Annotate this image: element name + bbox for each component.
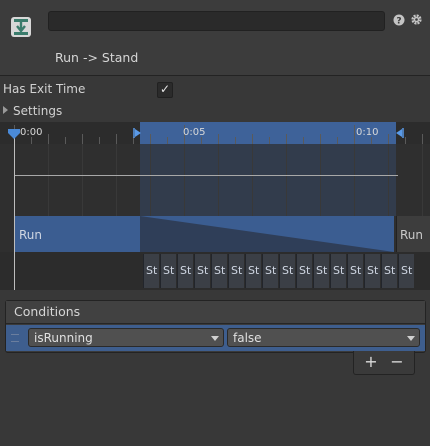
ruler-tick (235, 137, 236, 144)
destination-state-cell: St (313, 254, 329, 288)
ruler-tick (286, 134, 287, 144)
condition-parameter-dropdown[interactable]: isRunning (28, 328, 224, 347)
has-exit-time-label: Has Exit Time (3, 82, 86, 96)
destination-state-cell: St (194, 254, 210, 288)
destination-state-cell: St (279, 254, 295, 288)
condition-row[interactable]: isRunning false (6, 325, 425, 351)
source-state-next-label: Run (400, 228, 424, 242)
inspector-header: ? Run -> Stand (0, 0, 430, 76)
destination-state-cell: St (262, 254, 278, 288)
destination-state-cell: St (347, 254, 363, 288)
transition-curve-line (14, 175, 398, 176)
destination-state-cell: St (228, 254, 244, 288)
destination-state-cell: St (245, 254, 261, 288)
ruler-tick (133, 137, 134, 144)
ruler-tick (422, 134, 423, 144)
transition-name-field[interactable] (48, 11, 385, 31)
ruler-tick (150, 134, 151, 144)
transition-title: Run -> Stand (55, 50, 139, 65)
add-condition-button[interactable]: + (360, 352, 382, 372)
ruler-tick (320, 134, 321, 144)
destination-state-cell: St (330, 254, 346, 288)
ruler-tick (371, 137, 372, 144)
ruler-tick (99, 137, 100, 144)
destination-state-cell: St (160, 254, 176, 288)
settings-label: Settings (13, 104, 63, 118)
condition-value: false (233, 331, 262, 345)
transition-icon (11, 17, 31, 37)
checkmark-icon: ✓ (160, 82, 171, 96)
ruler-tick (337, 137, 338, 144)
transition-end-marker-icon[interactable] (394, 128, 404, 138)
help-icon[interactable]: ? (393, 14, 405, 26)
condition-parameter-value: isRunning (34, 331, 93, 345)
ruler-tick (201, 137, 202, 144)
source-state-bar[interactable]: Run (14, 216, 394, 252)
conditions-header: Conditions (6, 301, 425, 324)
ruler-tick (388, 134, 389, 144)
ruler-tick (354, 125, 355, 144)
ruler-tick (252, 134, 253, 144)
settings-foldout[interactable]: Settings (3, 104, 62, 118)
gear-icon[interactable] (410, 13, 423, 26)
transition-start-marker-icon[interactable] (133, 128, 143, 138)
ruler-tick (48, 134, 49, 144)
destination-state-cell: St (364, 254, 380, 288)
chevron-down-icon (407, 336, 415, 341)
conditions-panel: Conditions isRunning false (5, 300, 426, 353)
ruler-label-10: 0:10 (356, 127, 379, 138)
ruler-tick (82, 134, 83, 144)
ruler-tick (303, 137, 304, 144)
ruler-label-5: 0:05 (183, 127, 206, 138)
playhead-marker-icon[interactable] (8, 129, 20, 139)
transition-overlap-area (140, 144, 396, 216)
ruler-tick (269, 137, 270, 144)
ruler-tick (31, 137, 32, 144)
has-exit-time-checkbox[interactable]: ✓ (157, 82, 173, 98)
chevron-down-icon (211, 336, 219, 341)
source-state-label: Run (19, 228, 43, 242)
conditions-title: Conditions (14, 304, 81, 319)
destination-state-cell: St (177, 254, 193, 288)
ruler-tick (218, 134, 219, 144)
destination-state-cell: St (143, 254, 159, 288)
destination-state-cell: St (381, 254, 397, 288)
condition-add-remove-bar: + − (353, 351, 415, 375)
source-state-next-bar[interactable]: Run (396, 216, 430, 252)
remove-condition-button[interactable]: − (386, 352, 408, 372)
ruler-tick (405, 137, 406, 144)
transition-timeline[interactable]: 0:00 0:05 0:10 Run Run St St St St St St St St S… (0, 122, 430, 290)
svg-text:?: ? (396, 17, 401, 27)
destination-state-track[interactable]: St St St St St St St St St St St St St St St St (0, 252, 430, 290)
ruler-tick (167, 137, 168, 144)
ruler-tick (116, 134, 117, 144)
transition-fade-shape (140, 216, 394, 252)
ruler-label-0: 0:00 (20, 127, 43, 138)
timeline-ruler[interactable]: 0:00 0:05 0:10 (0, 122, 430, 144)
condition-value-dropdown[interactable]: false (227, 328, 420, 347)
playhead-line[interactable] (14, 132, 15, 290)
destination-state-cell: St (211, 254, 227, 288)
destination-state-cell: St (296, 254, 312, 288)
destination-state-cell: St (398, 254, 414, 288)
drag-handle-icon[interactable] (11, 334, 19, 342)
foldout-arrow-icon (3, 106, 8, 114)
ruler-tick (65, 137, 66, 144)
